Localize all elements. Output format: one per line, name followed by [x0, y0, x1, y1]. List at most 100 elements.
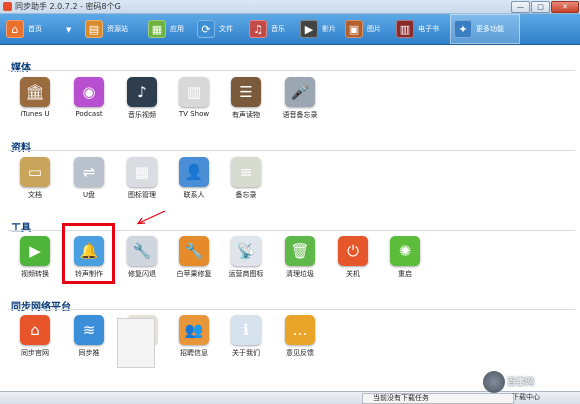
music-video-icon: ♪: [127, 77, 157, 107]
tool-clean-trash[interactable]: 🗑 清理垃圾: [273, 236, 327, 279]
tool-label: 招聘信息: [180, 349, 208, 357]
ebook-icon: ▥: [396, 20, 414, 38]
tool-label: 语音备忘录: [282, 111, 318, 119]
tool-audiobook[interactable]: ☰ 有声读物: [219, 77, 273, 120]
tool-label: 图标管理: [128, 191, 156, 199]
more-functions-icon: ✦: [454, 20, 472, 38]
nav-music[interactable]: ♫ 音乐: [249, 14, 285, 44]
tool-video-convert[interactable]: ▶ 视频转换: [8, 236, 62, 279]
icon-manager-icon: ▦: [127, 157, 157, 187]
tool-about-us[interactable]: ℹ 关于我们: [219, 315, 273, 358]
divider: [8, 309, 575, 310]
red-highlight-box: [62, 223, 115, 284]
music-icon: ♫: [249, 20, 267, 38]
tool-label: 关于我们: [232, 349, 260, 357]
picture-icon: ▣: [345, 20, 363, 38]
nav-label: 图片: [367, 25, 381, 33]
about-us-icon: ℹ: [231, 315, 261, 345]
tool-music-video[interactable]: ♪ 音乐视频: [115, 77, 169, 120]
section-title-media: 媒体: [11, 63, 31, 74]
official-site-icon: ⌂: [20, 315, 50, 345]
nav-label: 应用: [170, 25, 184, 33]
white-apple-fix-icon: 🔧: [179, 236, 209, 266]
home-dropdown-icon[interactable]: ▼: [66, 26, 71, 34]
watermark-text: 百事网: [507, 378, 535, 388]
video-convert-icon: ▶: [20, 236, 50, 266]
tool-voice-memo[interactable]: 🎤 语音备忘录: [273, 77, 327, 120]
tool-white-apple-fix[interactable]: 🔧 白苹果修复: [167, 236, 221, 279]
tool-label: 音乐视频: [128, 111, 156, 119]
tool-label: 有声读物: [232, 111, 260, 119]
tool-memo[interactable]: ≡ 备忘录: [219, 157, 273, 200]
clean-trash-icon: 🗑: [285, 236, 315, 266]
power-off-icon: ⏻: [338, 236, 368, 266]
tool-feedback[interactable]: … 意见反馈: [273, 315, 327, 358]
carrier-icon: 📡: [231, 236, 261, 266]
selected-item-background: [117, 318, 155, 368]
tool-usb-drive[interactable]: ⇌ U盘: [62, 157, 116, 200]
tool-fix-crash[interactable]: 🔧 修复闪退: [115, 236, 169, 279]
tool-power-off[interactable]: ⏻ 关机: [326, 236, 380, 279]
red-arrow-icon: [136, 210, 166, 225]
voice-memo-icon: 🎤: [285, 77, 315, 107]
audiobook-icon: ☰: [231, 77, 261, 107]
window-title: 同步助手 2.0.7.2 - 密码8个G: [15, 2, 121, 11]
tool-icon-manager[interactable]: ▦ 图标管理: [115, 157, 169, 200]
nav-picture[interactable]: ▣ 图片: [345, 14, 381, 44]
maximize-button[interactable]: □: [531, 1, 550, 13]
download-center-link[interactable]: 下载中心: [512, 392, 540, 402]
apps-icon: ▦: [148, 20, 166, 38]
contacts-icon: 👤: [179, 157, 209, 187]
tool-tongbu-push[interactable]: ≋ 同步推: [62, 315, 116, 358]
more-functions-panel: 媒体 资料 工具 同步网络平台 🏛 iTunes U ◉ Podcast ♪ 音乐视频 ▥ T…: [0, 45, 580, 391]
itunes-u-icon: 🏛: [20, 77, 50, 107]
title-bar: 同步助手 2.0.7.2 - 密码8个G — □ ✕: [0, 0, 580, 14]
tool-label: 修复闪退: [128, 270, 156, 278]
nav-resource-store[interactable]: ▤ 资源站: [85, 14, 128, 44]
tool-recruitment[interactable]: 👥 招聘信息: [167, 315, 221, 358]
tool-label: 同步推: [78, 349, 100, 357]
recruitment-icon: 👥: [179, 315, 209, 345]
tool-label: 关机: [346, 270, 360, 278]
tv-show-icon: ▥: [179, 77, 209, 107]
tool-label: TV Show: [178, 110, 210, 118]
nav-file[interactable]: ⟳ 文件: [197, 14, 233, 44]
nav-more-functions[interactable]: ✦ 更多功能: [450, 14, 520, 44]
tool-label: 意见反馈: [286, 349, 314, 357]
tool-label: 重启: [398, 270, 412, 278]
section-title-data: 资料: [11, 143, 31, 154]
tool-podcast[interactable]: ◉ Podcast: [62, 77, 116, 118]
download-status-text: 当前没有下载任务: [362, 393, 514, 404]
tool-label: 视频转换: [21, 270, 49, 278]
nav-apps[interactable]: ▦ 应用: [148, 14, 184, 44]
tool-itunes-u[interactable]: 🏛 iTunes U: [8, 77, 62, 118]
usb-drive-icon: ⇌: [74, 157, 104, 187]
nav-label: 影片: [322, 25, 336, 33]
nav-label: 资源站: [107, 25, 128, 33]
fix-crash-icon: 🔧: [127, 236, 157, 266]
tool-label: U盘: [82, 191, 96, 199]
tool-label: 清理垃圾: [286, 270, 314, 278]
minimize-button[interactable]: —: [511, 1, 530, 13]
tool-label: Podcast: [75, 110, 103, 118]
tool-restart[interactable]: ✺ 重启: [378, 236, 432, 279]
tool-label: 文档: [28, 191, 42, 199]
nav-label: 音乐: [271, 25, 285, 33]
tool-documents[interactable]: ▭ 文档: [8, 157, 62, 200]
nav-label: 电子书: [418, 25, 439, 33]
nav-movie[interactable]: ▶ 影片: [300, 14, 336, 44]
close-button[interactable]: ✕: [551, 1, 579, 13]
tool-label: 同步官网: [21, 349, 49, 357]
tool-tv-show[interactable]: ▥ TV Show: [167, 77, 221, 118]
tool-official-site[interactable]: ⌂ 同步官网: [8, 315, 62, 358]
home-icon: ⌂: [6, 20, 24, 38]
tool-label: iTunes U: [20, 110, 50, 118]
nav-home[interactable]: ⌂ 首页: [6, 14, 42, 44]
tool-label: 运营商图标: [228, 270, 264, 278]
tool-label: 备忘录: [235, 191, 257, 199]
memo-icon: ≡: [231, 157, 261, 187]
nav-ebook[interactable]: ▥ 电子书: [396, 14, 439, 44]
section-title-platform: 同步网络平台: [11, 302, 71, 313]
tool-contacts[interactable]: 👤 联系人: [167, 157, 221, 200]
tool-carrier[interactable]: 📡 运营商图标: [219, 236, 273, 279]
